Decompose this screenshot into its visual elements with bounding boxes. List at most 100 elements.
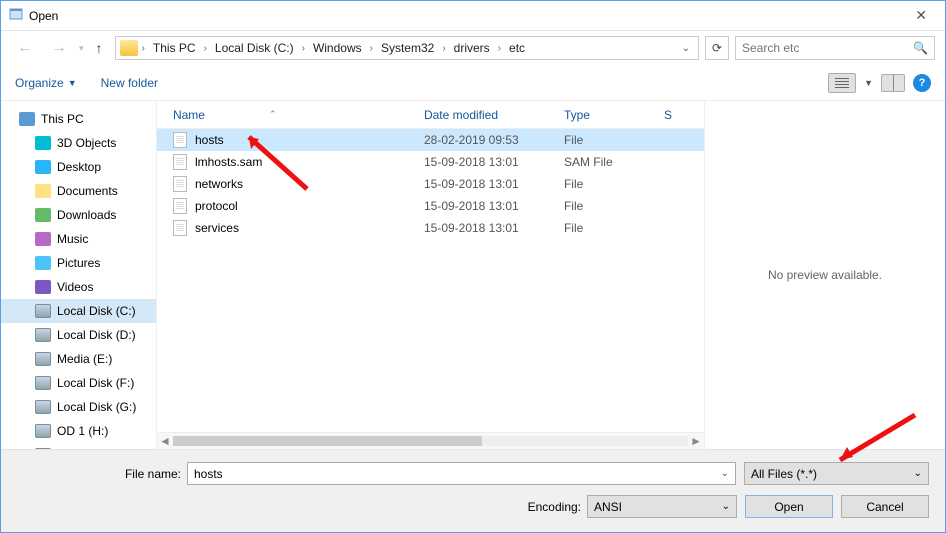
file-row[interactable]: services15-09-2018 13:01File xyxy=(157,217,704,239)
column-header-size[interactable]: S xyxy=(664,108,704,122)
file-type-filter[interactable]: All Files (*.*) ⌄ xyxy=(744,462,929,485)
file-type: SAM File xyxy=(564,155,684,169)
history-dropdown[interactable]: ▾ xyxy=(79,43,84,54)
drive-icon xyxy=(35,376,51,390)
drive-icon xyxy=(35,400,51,414)
organize-button[interactable]: Organize ▼ xyxy=(15,76,77,90)
breadcrumb[interactable]: Local Disk (C:) xyxy=(211,39,298,57)
drive-icon xyxy=(35,352,51,366)
file-row[interactable]: hosts28-02-2019 09:53File xyxy=(157,129,704,151)
scroll-thumb[interactable] xyxy=(173,436,482,446)
sidebar-item[interactable]: Pictures xyxy=(1,251,156,275)
file-row[interactable]: protocol15-09-2018 13:01File xyxy=(157,195,704,217)
encoding-select[interactable]: ANSI ⌄ xyxy=(587,495,737,518)
sidebar-label: Media (E:) xyxy=(57,352,112,366)
back-button[interactable]: ← xyxy=(11,37,39,59)
file-type: File xyxy=(564,221,684,235)
drive-icon xyxy=(35,424,51,438)
filename-input[interactable]: hosts ⌄ xyxy=(187,462,736,485)
file-type: File xyxy=(564,133,684,147)
breadcrumb[interactable]: etc xyxy=(505,39,529,57)
sidebar-item[interactable]: Media (E:) xyxy=(1,347,156,371)
file-date: 15-09-2018 13:01 xyxy=(424,177,564,191)
file-icon xyxy=(173,198,187,214)
sidebar-label: Documents xyxy=(57,184,118,198)
file-row[interactable]: networks15-09-2018 13:01File xyxy=(157,173,704,195)
bottom-panel: File name: hosts ⌄ All Files (*.*) ⌄ Enc… xyxy=(1,449,945,532)
view-dropdown[interactable]: ▼ xyxy=(864,78,873,88)
breadcrumb[interactable]: System32 xyxy=(377,39,438,57)
filename-value: hosts xyxy=(194,467,223,481)
refresh-button[interactable]: ⟳ xyxy=(705,36,729,60)
address-history-dropdown[interactable]: ⌄ xyxy=(678,43,694,54)
breadcrumb[interactable]: Windows xyxy=(309,39,366,57)
sidebar-item[interactable]: Videos xyxy=(1,275,156,299)
open-label: Open xyxy=(774,500,803,514)
sidebar-item[interactable]: Documents xyxy=(1,179,156,203)
sidebar-item[interactable]: Downloads xyxy=(1,203,156,227)
file-icon xyxy=(173,154,187,170)
file-icon xyxy=(173,132,187,148)
no-preview-text: No preview available. xyxy=(768,268,882,282)
chevron-down-icon: ⌄ xyxy=(914,468,922,479)
sidebar-item[interactable]: Local Disk (C:) xyxy=(1,299,156,323)
scroll-track[interactable] xyxy=(173,436,688,446)
address-bar[interactable]: › This PC › Local Disk (C:) › Windows › … xyxy=(115,36,699,60)
breadcrumb[interactable]: drivers xyxy=(450,39,494,57)
drive-icon xyxy=(35,280,51,294)
breadcrumb[interactable]: This PC xyxy=(149,39,200,57)
sidebar-item[interactable]: Music xyxy=(1,227,156,251)
drive-icon xyxy=(35,256,51,270)
cancel-button[interactable]: Cancel xyxy=(841,495,929,518)
new-folder-button[interactable]: New folder xyxy=(101,76,158,90)
body: This PC 3D Objects Desktop Documents Downlo… xyxy=(1,101,945,449)
search-icon: 🔍 xyxy=(913,41,928,55)
sidebar-label: OD 1 (H:) xyxy=(57,424,108,438)
sidebar-label: Local Disk (D:) xyxy=(57,328,136,342)
file-row[interactable]: lmhosts.sam15-09-2018 13:01SAM File xyxy=(157,151,704,173)
sidebar-item[interactable]: 3D Objects xyxy=(1,131,156,155)
encoding-label: Encoding: xyxy=(528,500,581,514)
sidebar-label: Music xyxy=(57,232,88,246)
file-date: 28-02-2019 09:53 xyxy=(424,133,564,147)
column-header-date[interactable]: Date modified xyxy=(424,108,564,122)
encoding-value: ANSI xyxy=(594,500,622,514)
sidebar-item[interactable]: Local Disk (F:) xyxy=(1,371,156,395)
sidebar-item[interactable]: Local Disk (D:) xyxy=(1,323,156,347)
preview-toggle[interactable] xyxy=(881,74,905,92)
pc-icon xyxy=(19,112,35,126)
app-icon xyxy=(9,7,23,24)
scroll-left-icon[interactable]: ◄ xyxy=(159,434,171,448)
search-box[interactable]: 🔍 xyxy=(735,36,935,60)
horizontal-scrollbar[interactable]: ◄ ► xyxy=(157,432,704,449)
sidebar-item[interactable]: Local Disk (G:) xyxy=(1,395,156,419)
chevron-down-icon: ⌄ xyxy=(722,501,730,512)
chevron-right-icon: › xyxy=(496,43,503,54)
toolbar: Organize ▼ New folder ▼ ? xyxy=(1,65,945,101)
sidebar-item-this-pc[interactable]: This PC xyxy=(1,107,156,131)
file-date: 15-09-2018 13:01 xyxy=(424,199,564,213)
sidebar-label: Pictures xyxy=(57,256,100,270)
view-button[interactable] xyxy=(828,73,856,93)
chevron-down-icon[interactable]: ⌄ xyxy=(721,468,729,479)
column-header-type[interactable]: Type xyxy=(564,108,664,122)
chevron-down-icon: ▼ xyxy=(68,78,77,88)
drive-icon xyxy=(35,136,51,150)
search-input[interactable] xyxy=(742,41,913,55)
open-button[interactable]: Open xyxy=(745,495,833,518)
sidebar-label: Local Disk (F:) xyxy=(57,376,134,390)
sidebar-item[interactable]: Desktop xyxy=(1,155,156,179)
sidebar-item[interactable]: OD 1 (H:) xyxy=(1,419,156,443)
file-list[interactable]: hosts28-02-2019 09:53Filelmhosts.sam15-0… xyxy=(157,129,704,432)
file-date: 15-09-2018 13:01 xyxy=(424,155,564,169)
file-name: hosts xyxy=(195,133,424,147)
close-button[interactable]: ✕ xyxy=(905,3,937,28)
sidebar-label: Desktop xyxy=(57,160,101,174)
column-header-name[interactable]: Name ⌃ xyxy=(173,108,424,122)
nav-bar: ← → ▾ ↑ › This PC › Local Disk (C:) › Wi… xyxy=(1,31,945,65)
scroll-right-icon[interactable]: ► xyxy=(690,434,702,448)
up-button[interactable]: ↑ xyxy=(90,38,109,58)
help-button[interactable]: ? xyxy=(913,74,931,92)
forward-button[interactable]: → xyxy=(45,37,73,59)
drive-icon xyxy=(35,304,51,318)
